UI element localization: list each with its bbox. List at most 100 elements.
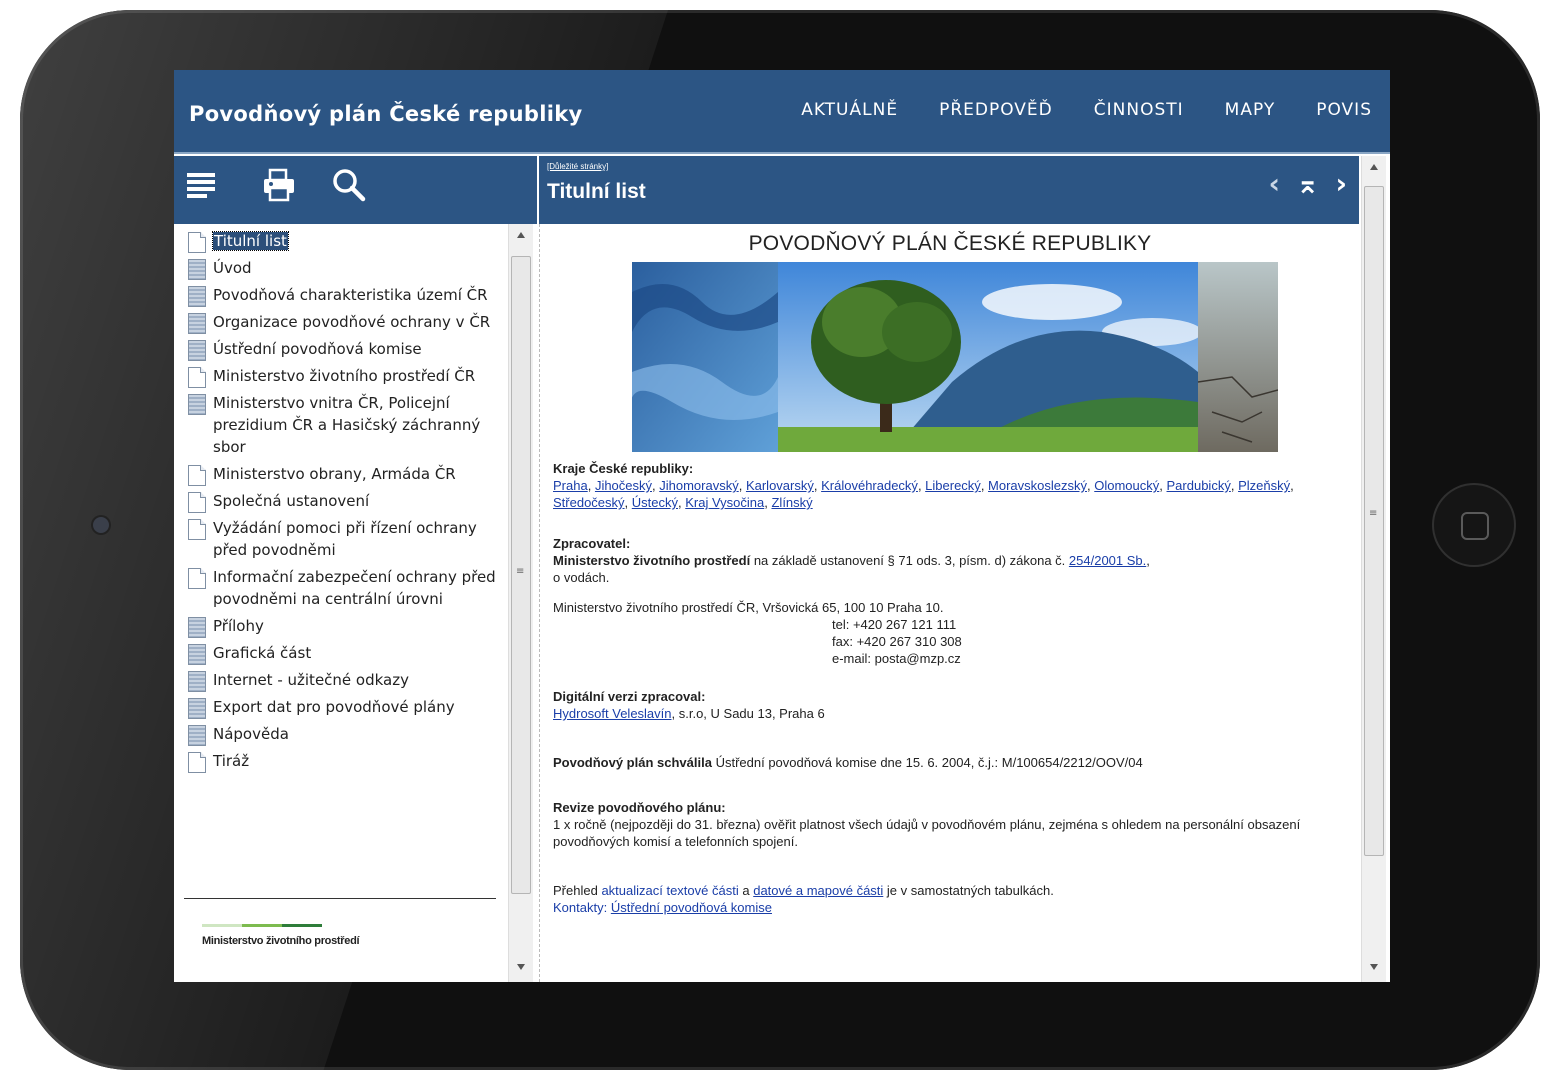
- kraj-link[interactable]: Moravskoslezský: [988, 478, 1087, 493]
- nav-predpoved[interactable]: PŘEDPOVĚĎ: [939, 100, 1053, 120]
- content-scrollbar[interactable]: ≡: [1361, 156, 1386, 982]
- kraj-link[interactable]: Olomoucký: [1094, 478, 1159, 493]
- page-icon: [188, 465, 206, 486]
- scroll-down-icon[interactable]: [517, 964, 525, 970]
- search-icon[interactable]: [332, 168, 366, 202]
- grip-icon: ≡: [516, 566, 525, 577]
- sidebar-scrollbar[interactable]: ≡: [508, 224, 533, 982]
- kraj-link[interactable]: Ústecký: [632, 495, 678, 510]
- law-tail: o vodách.: [553, 570, 610, 585]
- app-header: Povodňový plán České republiky AKTUÁLNĚ …: [174, 70, 1390, 154]
- kraj-link[interactable]: Královéhradecký: [821, 478, 918, 493]
- kraje-section: Kraje České republiky: Praha, Jihočeský,…: [553, 460, 1343, 511]
- revision-label: Revize povodňového plánu:: [553, 800, 726, 815]
- kraj-link[interactable]: Karlovarský: [746, 478, 814, 493]
- sidebar-item[interactable]: Společná ustanovení: [184, 490, 504, 513]
- overview-post: je v samostatných tabulkách.: [886, 883, 1054, 898]
- breadcrumb[interactable]: [Důležité stránky]: [547, 162, 608, 171]
- page-icon: [188, 519, 206, 540]
- kraj-link[interactable]: Liberecký: [925, 478, 981, 493]
- kraj-link[interactable]: Praha: [553, 478, 588, 493]
- page-navigation: ‹ ⌅ ›: [1268, 170, 1347, 198]
- kraj-link[interactable]: Kraj Vysočina: [685, 495, 764, 510]
- kraj-link[interactable]: Jihočeský: [595, 478, 652, 493]
- zpracovatel-section: Zpracovatel: Ministerstvo životního pros…: [553, 536, 1150, 585]
- page-icon: [188, 367, 206, 388]
- sidebar-item[interactable]: Organizace povodňové ochrany v ČR: [184, 311, 504, 334]
- sidebar-item[interactable]: Ministerstvo vnitra ČR, Policejní prezid…: [184, 392, 504, 458]
- screen: Povodňový plán České republiky AKTUÁLNĚ …: [174, 70, 1390, 982]
- address: Ministerstvo životního prostředí ČR, Vrš…: [553, 600, 944, 615]
- nav-mapy[interactable]: MAPY: [1225, 100, 1276, 120]
- ministry-logo[interactable]: Ministerstvo životního prostředí: [202, 924, 360, 947]
- sidebar-item[interactable]: Informační zabezpečení ochrany před povo…: [184, 566, 504, 610]
- scroll-up-icon[interactable]: [1370, 164, 1378, 170]
- sidebar-item[interactable]: Titulní list: [184, 230, 504, 253]
- nav-cinnosti[interactable]: ČINNOSTI: [1094, 100, 1184, 120]
- digital-section: Digitální verzi zpracoval: Hydrosoft Vel…: [553, 688, 1343, 722]
- sidebar-item[interactable]: Nápověda: [184, 723, 504, 746]
- book-icon: [188, 394, 206, 415]
- nav-povis[interactable]: POVIS: [1316, 100, 1372, 120]
- logo-bar: [202, 924, 242, 927]
- kraje-label: Kraje České republiky:: [553, 461, 694, 476]
- sidebar-divider: [184, 898, 496, 899]
- sidebar: Titulní list Úvod Povodňová charakteristik…: [174, 224, 537, 982]
- print-icon[interactable]: [262, 168, 296, 202]
- kraj-link[interactable]: Jihomoravský: [659, 478, 738, 493]
- sidebar-item[interactable]: Povodňová charakteristika území ČR: [184, 284, 504, 307]
- law-link[interactable]: 254/2001 Sb.: [1069, 553, 1146, 568]
- top-of-page-icon[interactable]: ⌅: [1296, 170, 1319, 198]
- sidebar-item-label: Grafická část: [213, 644, 312, 662]
- book-icon: [188, 286, 206, 307]
- page-title: Titulní list: [547, 180, 646, 203]
- kraj-link[interactable]: Pardubický: [1167, 478, 1231, 493]
- top-navigation: AKTUÁLNĚ PŘEDPOVĚĎ ČINNOSTI MAPY POVIS: [801, 100, 1372, 120]
- overview-section: Přehled aktualizací textové části a dato…: [553, 882, 1343, 916]
- scroll-up-icon[interactable]: [517, 232, 525, 238]
- sidebar-item-label: Titulní list: [212, 231, 289, 251]
- book-icon: [188, 725, 206, 746]
- sidebar-item-label: Přílohy: [213, 617, 264, 635]
- home-button[interactable]: [1434, 485, 1514, 565]
- email: e-mail: posta@mzp.cz: [832, 651, 961, 666]
- overview-link-text[interactable]: aktualizací textové části: [601, 883, 738, 898]
- sidebar-item-label: Internet - užitečné odkazy: [213, 671, 409, 689]
- menu-icon[interactable]: [186, 170, 216, 200]
- sidebar-item[interactable]: Grafická část: [184, 642, 504, 665]
- previous-page-icon[interactable]: ‹: [1268, 170, 1280, 198]
- next-page-icon[interactable]: ›: [1335, 170, 1347, 198]
- sidebar-item[interactable]: Přílohy: [184, 615, 504, 638]
- hydrosoft-link[interactable]: Hydrosoft Veleslavín: [553, 706, 672, 721]
- app-title[interactable]: Povodňový plán České republiky: [189, 102, 582, 126]
- sidebar-item[interactable]: Vyžádání pomoci při řízení ochrany před …: [184, 517, 504, 561]
- sidebar-item-label: Vyžádání pomoci při řízení ochrany před …: [213, 519, 477, 559]
- overview-link-data[interactable]: datové a mapové části: [753, 883, 883, 898]
- tel: tel: +420 267 121 111: [832, 617, 957, 632]
- digital-label: Digitální verzi zpracoval:: [553, 689, 706, 704]
- sidebar-item-label: Povodňová charakteristika území ČR: [213, 286, 488, 304]
- sidebar-item[interactable]: Export dat pro povodňové plány: [184, 696, 504, 719]
- sidebar-item-label: Export dat pro povodňové plány: [213, 698, 455, 716]
- sidebar-item[interactable]: Úvod: [184, 257, 504, 280]
- revision-section: Revize povodňového plánu: 1 x ročně (nej…: [553, 799, 1313, 850]
- sidebar-item-label: Nápověda: [213, 725, 289, 743]
- sidebar-item[interactable]: Internet - užitečné odkazy: [184, 669, 504, 692]
- sidebar-item[interactable]: Ministerstvo obrany, Armáda ČR: [184, 463, 504, 486]
- scroll-down-icon[interactable]: [1370, 964, 1378, 970]
- approval-section: Povodňový plán schválila Ústřední povodň…: [553, 754, 1343, 771]
- sidebar-item[interactable]: Tiráž: [184, 750, 504, 773]
- sidebar-item-label: Ministerstvo vnitra ČR, Policejní prezid…: [213, 394, 481, 456]
- sidebar-item[interactable]: Ministerstvo životního prostředí ČR: [184, 365, 504, 388]
- kraj-link[interactable]: Středočeský: [553, 495, 625, 510]
- book-icon: [188, 698, 206, 719]
- zpracovatel-label: Zpracovatel:: [553, 536, 631, 551]
- kraj-link[interactable]: Zlínský: [771, 495, 812, 510]
- zpracovatel-text: na základě ustanovení § 71 ods. 3, písm.…: [753, 553, 1066, 568]
- nav-aktualne[interactable]: AKTUÁLNĚ: [801, 100, 898, 120]
- contacts-link[interactable]: Ústřední povodňová komise: [611, 900, 772, 915]
- kraj-link[interactable]: Plzeňský: [1238, 478, 1290, 493]
- scroll-thumb[interactable]: [1364, 186, 1384, 856]
- sidebar-item[interactable]: Ústřední povodňová komise: [184, 338, 504, 361]
- front-camera: [93, 517, 109, 533]
